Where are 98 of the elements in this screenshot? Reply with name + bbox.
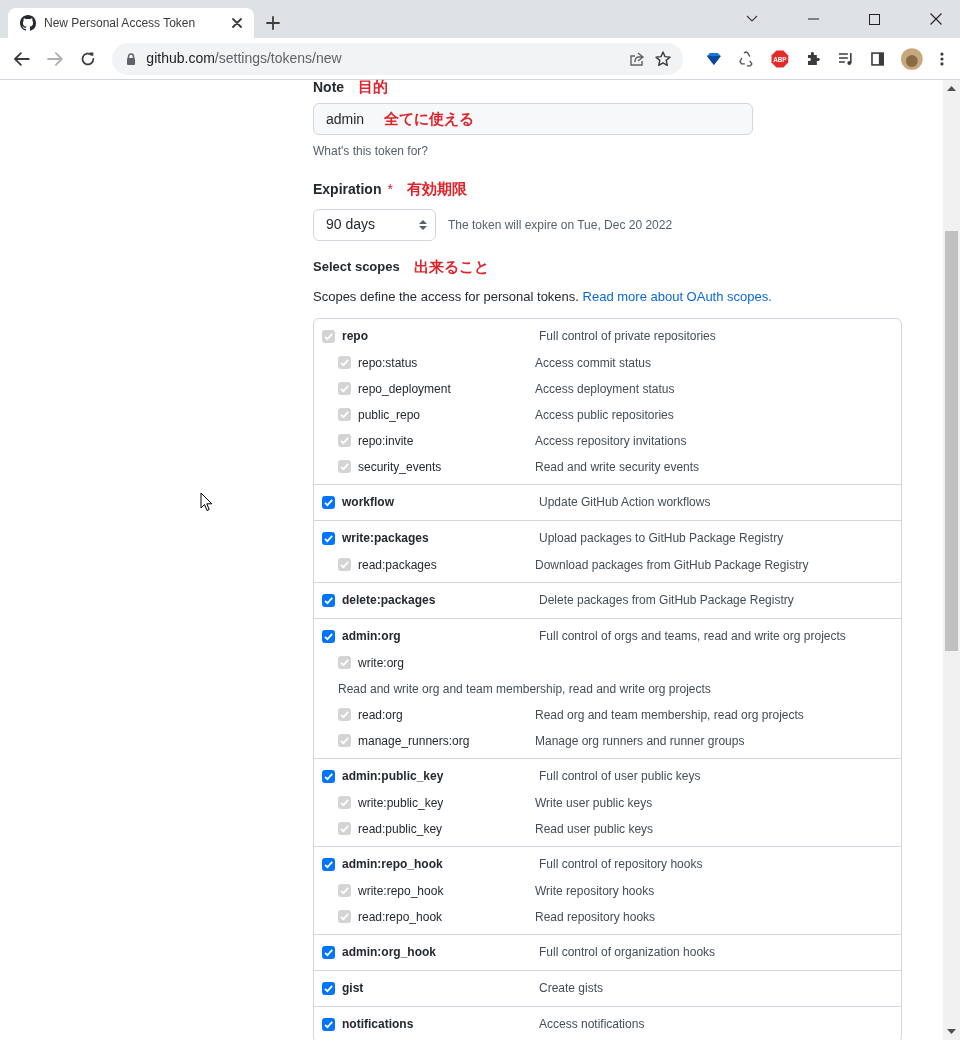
scope-name: write:repo_hook <box>358 882 445 900</box>
oauth-scopes-link[interactable]: Read more about OAuth scopes. <box>582 289 772 304</box>
recycle-icon[interactable] <box>738 50 755 67</box>
checkbox[interactable] <box>322 981 335 995</box>
scope-description: Full control of organization hooks <box>539 944 716 961</box>
scope-description: Read user public keys <box>535 820 654 838</box>
scope-name: admin:public_key <box>342 768 445 785</box>
checkbox[interactable] <box>322 857 335 871</box>
scope-name: delete:packages <box>342 592 437 609</box>
scope-name: read:packages <box>358 556 438 574</box>
avatar-icon[interactable] <box>901 47 924 70</box>
diamond-icon[interactable] <box>705 51 722 66</box>
scope-name: notifications <box>342 1016 415 1033</box>
address-bar[interactable]: github.com/settings/tokens/new <box>112 42 683 75</box>
required-mark: * <box>387 179 393 199</box>
menu-icon[interactable] <box>940 51 944 66</box>
scope-description: Write repository hooks <box>535 882 655 900</box>
browser-tab[interactable]: New Personal Access Token <box>8 8 254 38</box>
scope-name: read:org <box>358 706 404 724</box>
expiration-select[interactable]: 90 days <box>313 208 436 241</box>
scope-description: Update GitHub Action workflows <box>539 494 711 511</box>
scrollbar[interactable] <box>943 80 960 1040</box>
scope-name: security_events <box>358 458 443 476</box>
checkbox[interactable] <box>322 769 335 783</box>
scope-name: admin:org_hook <box>342 944 437 961</box>
scope-description: Read repository hooks <box>535 908 656 926</box>
share-icon[interactable] <box>628 51 645 66</box>
scope-name: admin:repo_hook <box>342 856 444 873</box>
mouse-pointer-icon <box>200 492 213 512</box>
scope-description: Read and write security events <box>535 458 700 476</box>
forward-icon[interactable] <box>46 51 63 66</box>
checkbox[interactable] <box>322 593 335 607</box>
scope-description: Create gists <box>539 980 604 997</box>
side-panel-icon[interactable] <box>870 51 885 66</box>
scroll-down-icon[interactable] <box>947 1029 956 1035</box>
scope-name: workflow <box>342 494 395 511</box>
checkbox[interactable] <box>322 495 335 509</box>
back-icon[interactable] <box>14 51 30 66</box>
checkbox[interactable] <box>322 629 335 643</box>
checkbox[interactable] <box>322 1017 335 1031</box>
scope-description: Manage org runners and runner groups <box>535 732 745 750</box>
select-arrows-icon <box>419 218 427 231</box>
close-window-icon[interactable] <box>930 13 942 25</box>
scope-name: manage_runners:org <box>358 732 471 750</box>
scope-description: Access deployment status <box>535 380 675 398</box>
github-logo-icon <box>20 15 36 31</box>
scope-description: Write user public keys <box>535 794 653 812</box>
scroll-up-icon[interactable] <box>947 85 956 91</box>
scope-description: Access notifications <box>539 1016 645 1033</box>
scope-name: write:packages <box>342 530 430 547</box>
reload-icon[interactable] <box>79 50 96 67</box>
annotation-text: 全てに使える <box>384 108 475 129</box>
media-list-icon[interactable] <box>837 51 854 66</box>
scope-name: repo:invite <box>358 432 415 450</box>
lock-icon[interactable] <box>126 52 137 65</box>
scope-name: public_repo <box>358 406 422 424</box>
expiry-info-text: The token will expire on Tue, Dec 20 2022 <box>448 216 673 234</box>
scope-name: write:public_key <box>358 794 445 812</box>
scope-name: write:org <box>358 654 405 672</box>
checkbox[interactable] <box>322 945 335 959</box>
close-tab-icon[interactable] <box>232 18 242 28</box>
scope-description: Access public repositories <box>535 406 674 424</box>
scope-description: Full control of private repositories <box>539 328 716 345</box>
scope-description: Access commit status <box>535 354 652 372</box>
hint-text: What's this token for? <box>313 143 429 160</box>
maximize-icon[interactable] <box>869 13 880 25</box>
section-label: Select scopes <box>313 258 400 276</box>
scope-description: Download packages from GitHub Package Registry <box>535 556 809 574</box>
checkbox[interactable] <box>322 531 335 545</box>
tab-title: New Personal Access Token <box>44 15 197 32</box>
annotation-text: 出来ること <box>413 256 489 277</box>
scope-description: Access repository invitations <box>535 432 687 450</box>
field-label: Note <box>313 77 345 97</box>
scope-description: Full control of repository hooks <box>539 856 703 873</box>
scope-name: read:repo_hook <box>358 908 444 926</box>
scope-description: Read and write org and team membership, read and write org projects <box>338 680 711 698</box>
new-tab-icon[interactable] <box>266 16 280 30</box>
scope-name: repo:status <box>358 354 419 372</box>
note-field[interactable]: admin 全てに使える <box>313 103 753 135</box>
scope-name: repo_deployment <box>358 380 452 398</box>
scope-description: Full control of user public keys <box>539 768 701 785</box>
annotation-text: 目的 <box>358 76 389 97</box>
scope-name: repo <box>342 328 369 345</box>
star-icon[interactable] <box>654 51 671 66</box>
puzzle-icon[interactable] <box>806 51 821 66</box>
scope-description: Upload packages to GitHub Package Registry <box>539 530 784 547</box>
scope-description: Full control of orgs and teams, read and write org projects <box>539 628 846 645</box>
field-label: Expiration <box>313 179 382 199</box>
scope-description: Delete packages from GitHub Package Registry <box>539 592 794 609</box>
annotation-text: 有効期限 <box>406 179 467 199</box>
scopes-intro-text: Scopes define the access for personal tokens. Read more about OAuth scopes. <box>313 288 773 306</box>
scrollbar-thumb[interactable] <box>945 231 958 651</box>
scope-name: read:public_key <box>358 820 444 838</box>
tab-search-icon[interactable] <box>746 15 758 23</box>
scope-name: admin:org <box>342 628 402 645</box>
url-text: github.com/settings/tokens/new <box>146 49 343 68</box>
scope-name: gist <box>342 980 365 997</box>
scope-description: Read org and team membership, read org projects <box>535 706 804 724</box>
